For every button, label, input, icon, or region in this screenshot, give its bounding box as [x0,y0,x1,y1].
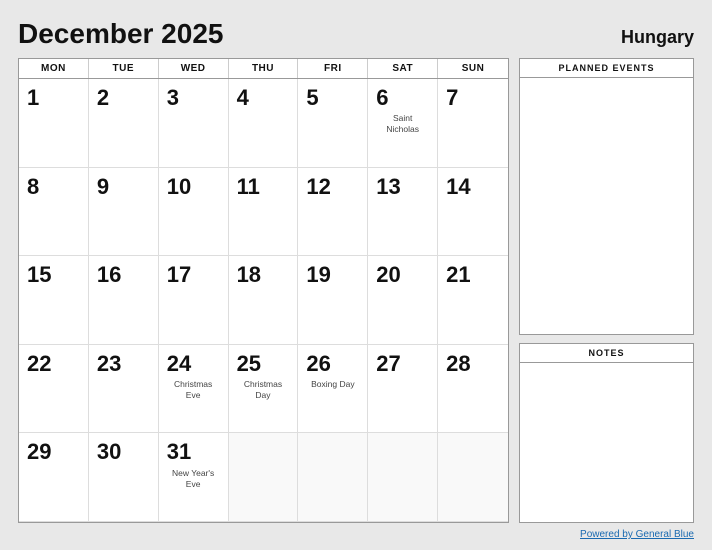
day-number: 14 [446,174,470,200]
day-number: 4 [237,85,249,111]
day-cell: 19 [298,256,368,345]
footer: Powered by General Blue [18,529,694,540]
day-cell: 31 New Year's Eve [159,433,229,522]
day-number: 13 [376,174,400,200]
day-cell: 20 [368,256,438,345]
day-number: 5 [306,85,318,111]
day-cell: 15 [19,256,89,345]
day-number: 28 [446,351,470,377]
day-cell [438,433,508,522]
day-cell: 3 [159,79,229,168]
day-header: SAT [368,59,438,78]
day-number: 7 [446,85,458,111]
notes-content [520,363,693,522]
day-cell: 13 [368,168,438,257]
day-cell: 24Christmas Eve [159,345,229,434]
main-area: MONTUEWEDTHUFRISATSUN 123456Saint Nichol… [18,58,694,523]
day-number: 23 [97,351,121,377]
day-number: 8 [27,174,39,200]
day-cell: 18 [229,256,299,345]
day-number: 12 [306,174,330,200]
day-cell: 8 [19,168,89,257]
day-cell: 12 [298,168,368,257]
day-cell: 7 [438,79,508,168]
calendar-page: December 2025 Hungary MONTUEWEDTHUFRISAT… [0,0,712,550]
day-number: 15 [27,262,51,288]
powered-by-link[interactable]: Powered by General Blue [580,529,694,540]
day-cell: 9 [89,168,159,257]
day-number: 26 [306,351,330,377]
event-label: Christmas Eve [167,379,220,401]
page-title: December 2025 [18,18,223,50]
day-number: 6 [376,85,388,111]
day-cell: 21 [438,256,508,345]
day-number: 1 [27,85,39,111]
day-number: 17 [167,262,191,288]
calendar-grid: 123456Saint Nicholas78910111213141516171… [19,79,508,522]
day-number: 18 [237,262,261,288]
day-number: 22 [27,351,51,377]
planned-events-title: PLANNED EVENTS [520,59,693,78]
day-cell [368,433,438,522]
event-label: Christmas Day [237,379,290,401]
day-number: 24 [167,351,191,377]
day-number: 29 [27,439,51,465]
day-cell [298,433,368,522]
day-cell: 6Saint Nicholas [368,79,438,168]
sidebar: PLANNED EVENTS NOTES [519,58,694,523]
day-header: THU [229,59,299,78]
country-label: Hungary [621,27,694,48]
day-header: WED [159,59,229,78]
calendar-section: MONTUEWEDTHUFRISATSUN 123456Saint Nichol… [18,58,509,523]
notes-box: NOTES [519,343,694,523]
day-cell: 1 [19,79,89,168]
day-cell: 10 [159,168,229,257]
day-cell: 2 [89,79,159,168]
day-header: TUE [89,59,159,78]
day-number: 31 [167,439,191,465]
planned-events-content [520,78,693,334]
day-cell: 22 [19,345,89,434]
day-header: MON [19,59,89,78]
day-number: 25 [237,351,261,377]
day-cell: 29 [19,433,89,522]
event-label: Boxing Day [306,379,359,390]
day-number: 19 [306,262,330,288]
day-number: 21 [446,262,470,288]
day-number: 10 [167,174,191,200]
day-cell: 11 [229,168,299,257]
day-number: 9 [97,174,109,200]
day-cell: 28 [438,345,508,434]
day-cell: 30 [89,433,159,522]
event-label: New Year's Eve [167,468,220,490]
day-number: 16 [97,262,121,288]
day-header: SUN [438,59,508,78]
day-number: 27 [376,351,400,377]
day-cell: 25Christmas Day [229,345,299,434]
day-cell: 14 [438,168,508,257]
day-headers-row: MONTUEWEDTHUFRISATSUN [19,59,508,79]
day-cell: 23 [89,345,159,434]
day-number: 30 [97,439,121,465]
day-number: 3 [167,85,179,111]
day-cell: 27 [368,345,438,434]
notes-title: NOTES [520,344,693,363]
day-number: 2 [97,85,109,111]
day-header: FRI [298,59,368,78]
day-number: 11 [237,174,260,200]
event-label: Saint Nicholas [376,113,429,135]
day-cell: 26 Boxing Day [298,345,368,434]
day-cell: 4 [229,79,299,168]
day-cell: 16 [89,256,159,345]
header: December 2025 Hungary [18,18,694,50]
day-number: 20 [376,262,400,288]
day-cell [229,433,299,522]
day-cell: 5 [298,79,368,168]
day-cell: 17 [159,256,229,345]
planned-events-box: PLANNED EVENTS [519,58,694,335]
